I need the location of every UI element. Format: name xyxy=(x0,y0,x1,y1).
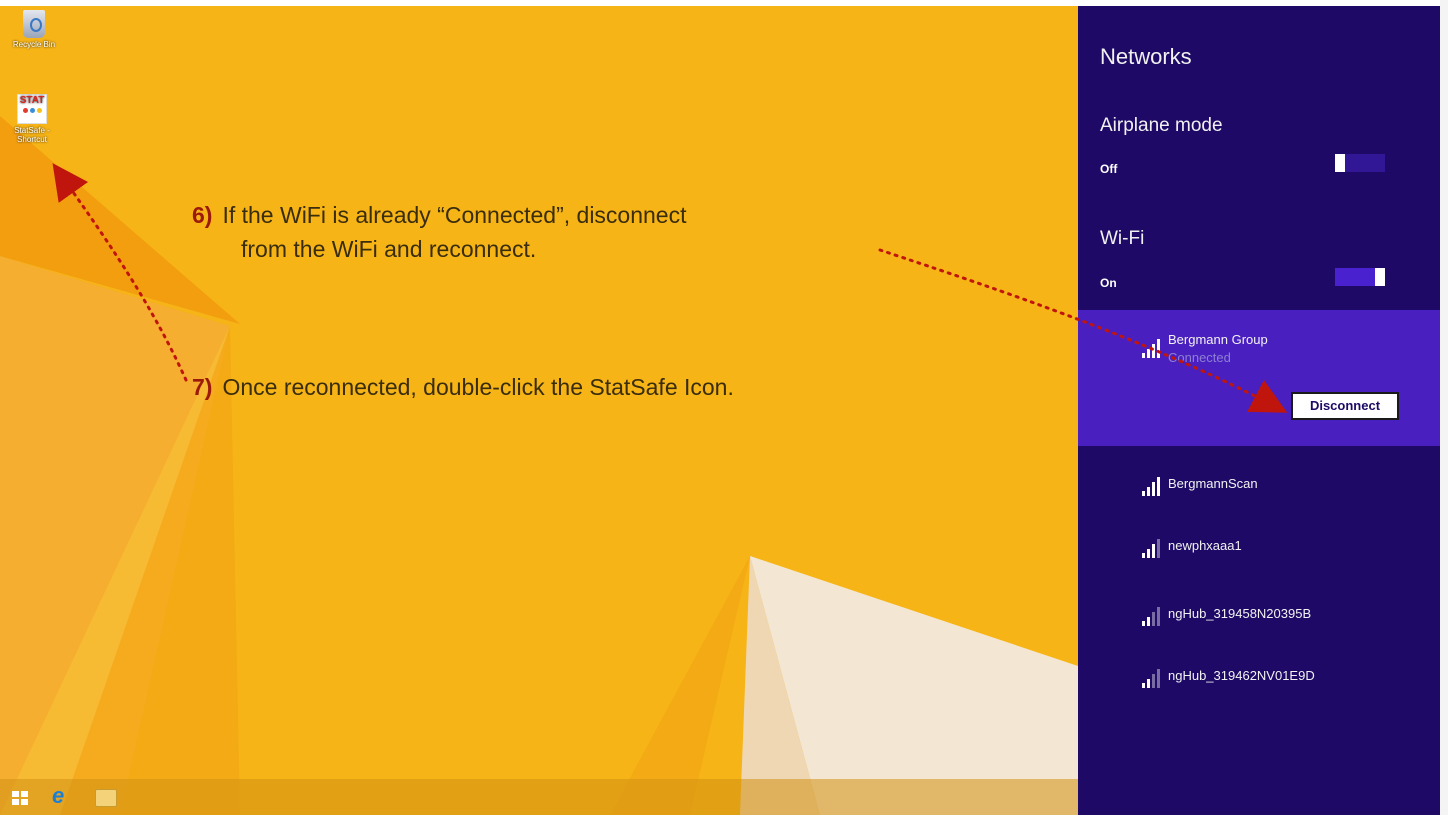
network-item[interactable]: BergmannScan xyxy=(1078,476,1440,516)
panel-title: Networks xyxy=(1100,44,1192,69)
network-item[interactable]: ngHub_319462NV01E9D xyxy=(1078,668,1440,708)
statsafe-glyph-text: STAT xyxy=(19,95,45,106)
step-text-line1: If the WiFi is already “Connected”, disc… xyxy=(222,202,687,228)
internet-explorer-icon[interactable]: e xyxy=(52,785,74,807)
step-text-line2: from the WiFi and reconnect. xyxy=(241,236,537,262)
wifi-label: Wi-Fi xyxy=(1100,228,1145,249)
desktop[interactable]: Recycle Bin STAT StatSafe - Shortcut 6) I… xyxy=(0,6,1078,815)
wifi-signal-icon xyxy=(1142,338,1164,358)
window-edge xyxy=(1440,0,1448,815)
recycle-bin-shortcut[interactable]: Recycle Bin xyxy=(10,10,58,49)
connected-network-row[interactable]: Bergmann Group Connected xyxy=(1078,332,1440,372)
networks-panel: Networks Airplane mode Off Wi-Fi On Berg… xyxy=(1078,6,1440,815)
start-icon[interactable] xyxy=(12,791,28,805)
recycle-bin-label: Recycle Bin xyxy=(12,40,56,49)
airplane-mode-label: Airplane mode xyxy=(1100,115,1223,136)
airplane-mode-toggle[interactable] xyxy=(1335,154,1385,172)
instruction-step-6: 6) If the WiFi is already “Connected”, di… xyxy=(192,198,687,266)
network-item[interactable]: newphxaaa1 xyxy=(1078,538,1440,578)
wifi-signal-icon xyxy=(1142,538,1164,558)
recycle-bin-icon xyxy=(23,10,45,38)
wifi-signal-icon xyxy=(1142,606,1164,626)
network-name: ngHub_319462NV01E9D xyxy=(1168,668,1315,683)
wallpaper xyxy=(0,116,1078,815)
taskbar: e xyxy=(0,779,1078,815)
network-name: newphxaaa1 xyxy=(1168,538,1242,553)
statsafe-icon: STAT xyxy=(17,94,47,124)
network-name: ngHub_319458N20395B xyxy=(1168,606,1312,621)
airplane-mode-state: Off xyxy=(1100,162,1118,176)
wifi-signal-icon xyxy=(1142,476,1164,496)
wifi-state: On xyxy=(1100,276,1117,290)
step-number: 6) xyxy=(192,202,213,228)
step-number: 7) xyxy=(192,374,213,400)
connected-network-item[interactable]: Bergmann Group Connected Disconnect xyxy=(1078,310,1440,446)
network-name: Bergmann Group xyxy=(1168,332,1268,347)
file-explorer-icon[interactable] xyxy=(95,789,117,807)
statsafe-shortcut[interactable]: STAT StatSafe - Shortcut xyxy=(8,94,56,144)
statsafe-label: StatSafe - Shortcut xyxy=(14,126,50,144)
wifi-signal-icon xyxy=(1142,668,1164,688)
network-status: Connected xyxy=(1168,350,1231,365)
wifi-toggle[interactable] xyxy=(1335,268,1385,286)
disconnect-button[interactable]: Disconnect xyxy=(1291,392,1399,420)
network-item[interactable]: ngHub_319458N20395B xyxy=(1078,606,1440,646)
network-name: BergmannScan xyxy=(1168,476,1258,491)
instruction-step-7: 7) Once reconnected, double-click the Sta… xyxy=(192,370,734,404)
step-text-line1: Once reconnected, double-click the StatS… xyxy=(222,374,734,400)
